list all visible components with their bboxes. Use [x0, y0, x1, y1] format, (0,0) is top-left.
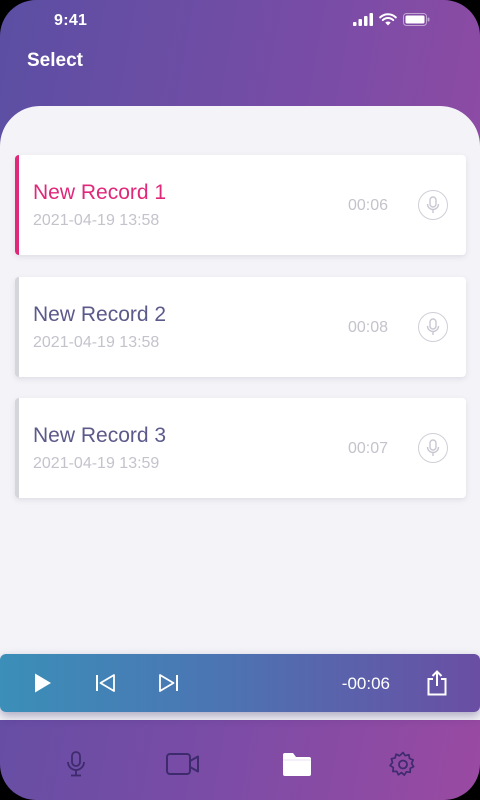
folder-icon [283, 753, 311, 776]
microphone-icon [67, 751, 85, 777]
select-button[interactable]: Select [27, 50, 83, 72]
record-item[interactable]: New Record 2 2021-04-19 13:58 00:08 [15, 277, 466, 377]
video-camera-icon [166, 753, 199, 775]
record-item[interactable]: New Record 1 2021-04-19 13:58 00:06 [15, 155, 466, 255]
app-screen: 9:41 Select New Record 1 2021-04-19 13:5… [0, 0, 480, 800]
skip-back-icon[interactable] [91, 668, 121, 698]
microphone-icon[interactable] [418, 190, 448, 220]
microphone-icon[interactable] [418, 433, 448, 463]
audio-player-bar: -00:06 [0, 654, 480, 712]
record-date: 2021-04-19 13:58 [33, 212, 160, 229]
status-icons [353, 13, 430, 26]
play-icon[interactable] [28, 668, 58, 698]
microphone-icon[interactable] [418, 312, 448, 342]
record-title: New Record 2 [33, 303, 167, 326]
remaining-time: -00:06 [341, 674, 390, 693]
gear-icon [389, 751, 415, 776]
record-duration: 00:06 [347, 197, 388, 214]
battery-icon [403, 13, 430, 26]
record-title: New Record 1 [33, 181, 167, 204]
status-time: 9:41 [54, 12, 88, 29]
tab-settings[interactable] [383, 744, 423, 784]
tab-video[interactable] [163, 744, 203, 784]
record-date: 2021-04-19 13:59 [33, 455, 160, 472]
status-bar: 9:41 [0, 0, 480, 40]
signal-icon [353, 13, 373, 26]
record-duration: 00:08 [347, 319, 388, 336]
record-item[interactable]: New Record 3 2021-04-19 13:59 00:07 [15, 398, 466, 498]
share-icon[interactable] [422, 668, 452, 698]
skip-forward-icon[interactable] [153, 668, 183, 698]
wifi-icon [379, 13, 397, 26]
record-date: 2021-04-19 13:58 [33, 334, 160, 351]
tab-bar [0, 720, 480, 800]
record-title: New Record 3 [33, 424, 167, 447]
record-duration: 00:07 [347, 440, 388, 457]
tab-files[interactable] [277, 744, 317, 784]
tab-record[interactable] [56, 744, 96, 784]
